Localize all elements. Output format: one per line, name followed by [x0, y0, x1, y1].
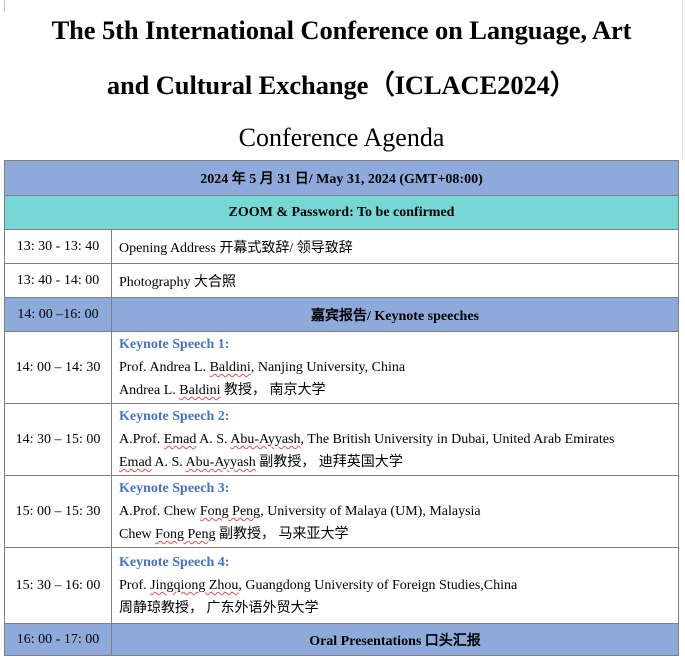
oral-section-row: 16: 00 - 17: 00 Oral Presentations 口头汇报	[4, 623, 679, 656]
photography-cell: Photography 大合照	[111, 263, 679, 298]
time-cell: 13: 30 - 13: 40	[4, 229, 112, 264]
speaker-line-chinese: 周静琼教授， 广东外语外贸大学	[119, 597, 678, 620]
speaker-text: A. S.	[196, 432, 231, 447]
keynote-label: Keynote Speech 3:	[119, 481, 230, 496]
keynote-details: Keynote Speech 3: A.Prof. Chew Fong Peng…	[111, 475, 679, 548]
speaker-line: A.Prof. Chew Fong Peng, University of Ma…	[119, 500, 678, 523]
speaker-text: A.Prof.	[119, 432, 164, 447]
speaker-text: Andrea L.	[119, 383, 180, 398]
speaker-line: A.Prof. Emad A. S. Abu-Ayyash, The Briti…	[119, 428, 678, 451]
time-cell: 16: 00 - 17: 00	[4, 623, 112, 656]
speaker-name: Abu-Ayyash	[230, 432, 301, 447]
keynote-row: 15: 30 – 16: 00 Keynote Speech 4: Prof. …	[4, 547, 679, 624]
speaker-affiliation: , Nanjing University, China	[250, 360, 406, 375]
speaker-name: Fong Peng	[155, 527, 216, 542]
time-cell: 15: 00 – 15: 30	[4, 475, 112, 548]
agenda-subtitle: Conference Agenda	[238, 123, 445, 152]
speaker-affiliation-chinese: 副教授， 迪拜英国大学	[255, 455, 403, 470]
keynote-label: Keynote Speech 4:	[119, 555, 230, 570]
speaker-name: Fong Peng	[199, 504, 261, 519]
keynote-details: Keynote Speech 2: A.Prof. Emad A. S. Abu…	[111, 403, 679, 476]
time-cell: 14: 30 – 15: 00	[4, 403, 112, 476]
speaker-name: Abu-Ayyash	[185, 455, 256, 470]
time-cell: 13: 40 - 14: 00	[4, 263, 112, 298]
speaker-affiliation: , The British University in Dubai, Unite…	[300, 432, 615, 447]
oral-section-label: Oral Presentations 口头汇报	[111, 623, 679, 656]
speaker-text: A.Prof. Chew	[119, 504, 200, 519]
speaker-text: A. S.	[151, 455, 186, 470]
keynote-section-row: 14: 00 –16: 00 嘉宾报告/ Keynote speeches	[4, 297, 679, 332]
time-cell: 14: 00 – 14: 30	[4, 331, 112, 404]
page-margin-marker	[4, 0, 5, 12]
keynote-details: Keynote Speech 4: Prof. Jingqiong Zhou, …	[111, 547, 679, 624]
conference-title-line-1: The 5th International Conference on Lang…	[51, 15, 632, 45]
keynote-label: Keynote Speech 1:	[119, 337, 230, 352]
date-row: 2024 年 5 月 31 日/ May 31, 2024 (GMT+08:00…	[4, 160, 679, 196]
keynote-details: Keynote Speech 1: Prof. Andrea L. Baldin…	[111, 331, 679, 404]
speaker-affiliation: , Guangdong University of Foreign Studie…	[238, 578, 518, 593]
zoom-row: ZOOM & Password: To be confirmed	[4, 195, 679, 230]
date-bar: 2024 年 5 月 31 日/ May 31, 2024 (GMT+08:00…	[4, 160, 679, 196]
speaker-affiliation: , University of Malaya (UM), Malaysia	[260, 504, 481, 519]
speaker-line-chinese: Chew Fong Peng 副教授， 马来亚大学	[119, 523, 678, 546]
keynote-row: 14: 30 – 15: 00 Keynote Speech 2: A.Prof…	[4, 403, 679, 476]
speaker-line: Prof. Andrea L. Baldini, Nanjing Univers…	[119, 356, 678, 379]
speaker-text: Prof.	[119, 578, 151, 593]
keynote-section-label: 嘉宾报告/ Keynote speeches	[111, 297, 679, 332]
speaker-name: Emad	[119, 455, 152, 470]
speaker-name: Jingqiong Zhou	[150, 578, 239, 593]
keynote-row: 14: 00 – 14: 30 Keynote Speech 1: Prof. …	[4, 331, 679, 404]
speaker-line-chinese: Emad A. S. Abu-Ayyash 副教授， 迪拜英国大学	[119, 451, 678, 474]
speaker-text: Prof. Andrea L.	[119, 360, 210, 375]
speaker-name: Baldini	[209, 360, 251, 375]
speaker-name: Emad	[163, 432, 197, 447]
speaker-line-chinese: Andrea L. Baldini 教授， 南京大学	[119, 379, 678, 402]
keynote-label: Keynote Speech 2:	[119, 409, 230, 424]
page-margin-line	[682, 0, 683, 158]
speaker-line: Prof. Jingqiong Zhou, Guangdong Universi…	[119, 574, 678, 597]
speaker-text: Chew	[119, 527, 156, 542]
agenda-table: 2024 年 5 月 31 日/ May 31, 2024 (GMT+08:00…	[4, 160, 679, 656]
zoom-bar: ZOOM & Password: To be confirmed	[4, 195, 679, 230]
time-cell: 14: 00 –16: 00	[4, 297, 112, 332]
speaker-affiliation-chinese: 副教授， 马来亚大学	[215, 527, 349, 542]
table-row: 13: 40 - 14: 00 Photography 大合照	[4, 263, 679, 298]
speaker-affiliation-chinese: 周静琼教授， 广东外语外贸大学	[119, 601, 319, 616]
keynote-row: 15: 00 – 15: 30 Keynote Speech 3: A.Prof…	[4, 475, 679, 548]
speaker-name: Baldini	[179, 383, 221, 398]
table-row: 13: 30 - 13: 40 Opening Address 开幕式致辞/ 领…	[4, 229, 679, 264]
opening-address-cell: Opening Address 开幕式致辞/ 领导致辞	[111, 229, 679, 264]
conference-title-line-2: and Cultural Exchange（ICLACE2024）	[106, 70, 577, 100]
speaker-affiliation-chinese: 教授， 南京大学	[220, 383, 326, 398]
time-cell: 15: 30 – 16: 00	[4, 547, 112, 624]
